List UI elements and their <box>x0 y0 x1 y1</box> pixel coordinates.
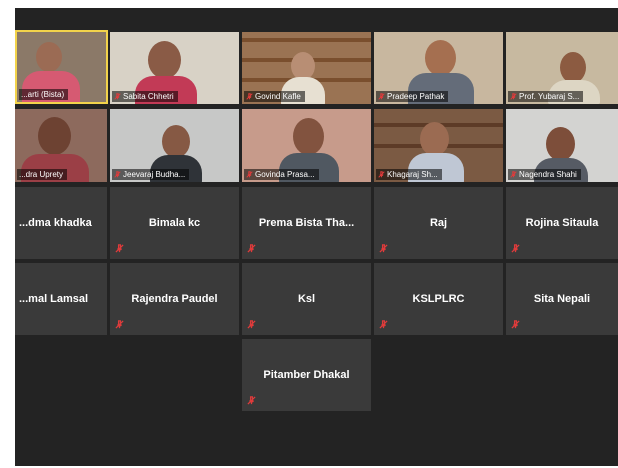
participant-name: ...dma khadka <box>19 217 92 229</box>
audio-tile-prema-bista[interactable]: Prema Bista Tha... <box>242 187 371 259</box>
microphone-muted-icon <box>511 244 520 253</box>
participant-name-tag: Jeevaraj Budha... <box>112 169 190 180</box>
video-tile-khagaraj[interactable]: Khagaraj Sh... <box>374 109 503 182</box>
microphone-muted-icon <box>246 171 253 178</box>
meeting-gallery-view: ...arti (Bista) Sabita Chhetri Govind Ka… <box>15 8 618 466</box>
microphone-muted-icon <box>114 171 121 178</box>
microphone-muted-icon <box>115 244 124 253</box>
audio-tile-sita-nepali[interactable]: Sita Nepali <box>506 263 618 335</box>
participant-name: ...arti (Bista) <box>21 90 65 99</box>
participant-name: Sita Nepali <box>533 293 591 305</box>
participant-name: KSLPLRC <box>412 293 465 305</box>
participant-name: Ksl <box>297 293 316 305</box>
microphone-muted-icon <box>510 93 517 100</box>
participant-name: Nagendra Shahi <box>519 170 577 179</box>
video-tile-jeevaraj-budha[interactable]: Jeevaraj Budha... <box>110 109 239 182</box>
microphone-muted-icon <box>379 320 388 329</box>
participant-name: Sabita Chhetri <box>123 92 174 101</box>
audio-tile-pitamber-dhakal[interactable]: Pitamber Dhakal <box>242 339 371 411</box>
participant-name: Govinda Prasa... <box>255 170 315 179</box>
video-tile-dra-uprety[interactable]: ...dra Uprety <box>15 109 107 182</box>
participant-name: Jeevaraj Budha... <box>123 170 186 179</box>
participant-name-tag: Govind Kafle <box>244 91 305 102</box>
audio-tile-mal-lamsal[interactable]: ...mal Lamsal <box>15 263 107 335</box>
participant-name: Rojina Sitaula <box>525 217 599 229</box>
microphone-muted-icon <box>247 320 256 329</box>
participant-name: Pitamber Dhakal <box>263 369 350 381</box>
video-tile-nagendra-shahi[interactable]: Nagendra Shahi <box>506 109 618 182</box>
video-tile-govind-kafle[interactable]: Govind Kafle <box>242 32 371 104</box>
audio-tile-ksl[interactable]: Ksl <box>242 263 371 335</box>
audio-tile-kslplrc[interactable]: KSLPLRC <box>374 263 503 335</box>
participant-name: Govind Kafle <box>255 92 301 101</box>
video-tile-prof-yubaraj[interactable]: Prof. Yubaraj S... <box>506 32 618 104</box>
participant-name-tag: ...dra Uprety <box>17 169 68 180</box>
participant-name: Pradeep Pathak <box>387 92 445 101</box>
microphone-muted-icon <box>510 171 517 178</box>
microphone-muted-icon <box>114 93 121 100</box>
participant-name: Prof. Yubaraj S... <box>519 92 580 101</box>
participant-name-tag: ...arti (Bista) <box>19 89 69 100</box>
audio-tile-rojina-sitaula[interactable]: Rojina Sitaula <box>506 187 618 259</box>
video-tile-pradeep-pathak[interactable]: Pradeep Pathak <box>374 32 503 104</box>
audio-tile-bimala-kc[interactable]: Bimala kc <box>110 187 239 259</box>
audio-tile-rajendra-paudel[interactable]: Rajendra Paudel <box>110 263 239 335</box>
microphone-muted-icon <box>378 171 385 178</box>
participant-name-tag: Sabita Chhetri <box>112 91 178 102</box>
microphone-muted-icon <box>247 396 256 405</box>
video-tile-arti-bista[interactable]: ...arti (Bista) <box>15 30 108 104</box>
audio-tile-raj[interactable]: Raj <box>374 187 503 259</box>
microphone-muted-icon <box>246 93 253 100</box>
microphone-muted-icon <box>379 244 388 253</box>
audio-tile-dma-khadka[interactable]: ...dma khadka <box>15 187 107 259</box>
participant-name-tag: Khagaraj Sh... <box>376 169 442 180</box>
participant-name-tag: Govinda Prasa... <box>244 169 319 180</box>
left-margin <box>0 8 15 466</box>
microphone-muted-icon <box>115 320 124 329</box>
participant-name: Prema Bista Tha... <box>258 217 355 229</box>
participant-name-tag: Pradeep Pathak <box>376 91 449 102</box>
participant-name: ...mal Lamsal <box>19 293 89 305</box>
screenshot-frame: ...arti (Bista) Sabita Chhetri Govind Ka… <box>0 0 618 468</box>
microphone-muted-icon <box>511 320 520 329</box>
participant-name: Bimala kc <box>148 217 201 229</box>
participant-name-tag: Prof. Yubaraj S... <box>508 91 584 102</box>
participant-name: Rajendra Paudel <box>131 293 218 305</box>
video-tile-sabita-chhetri[interactable]: Sabita Chhetri <box>110 32 239 104</box>
participant-name: Raj <box>429 217 448 229</box>
microphone-muted-icon <box>378 93 385 100</box>
participant-name-tag: Nagendra Shahi <box>508 169 581 180</box>
participant-name: Khagaraj Sh... <box>387 170 438 179</box>
microphone-muted-icon <box>247 244 256 253</box>
participant-name: ...dra Uprety <box>19 170 64 179</box>
video-tile-govinda-prasad[interactable]: Govinda Prasa... <box>242 109 371 182</box>
